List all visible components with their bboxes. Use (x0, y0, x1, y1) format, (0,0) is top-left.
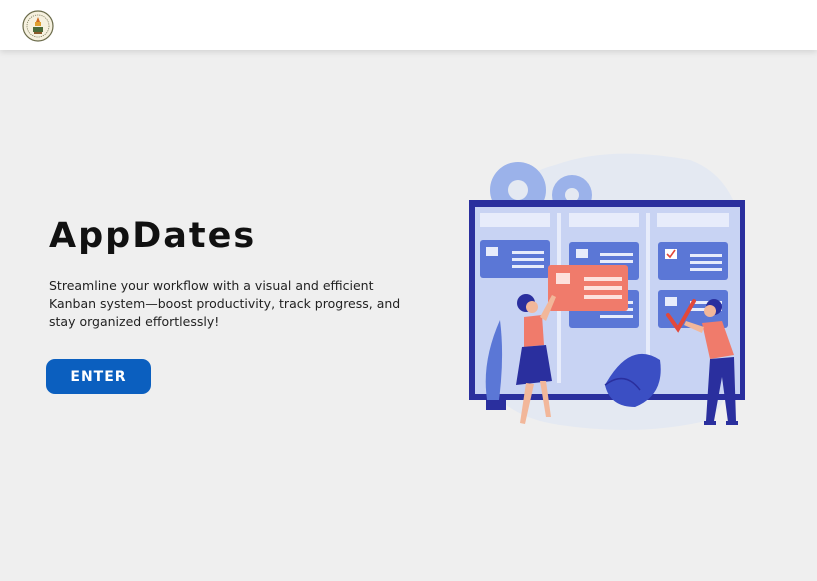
kanban-board-illustration (467, 153, 746, 430)
kanban-card (480, 240, 550, 278)
top-header-bar (0, 0, 817, 50)
page-title: AppDates (49, 216, 257, 256)
hero-description: Streamline your workflow with a visual a… (49, 278, 401, 329)
kanban-card-highlight (548, 265, 628, 311)
institution-seal-logo[interactable] (22, 10, 54, 42)
kanban-card (658, 242, 728, 280)
enter-button[interactable]: ENTER (46, 359, 151, 394)
